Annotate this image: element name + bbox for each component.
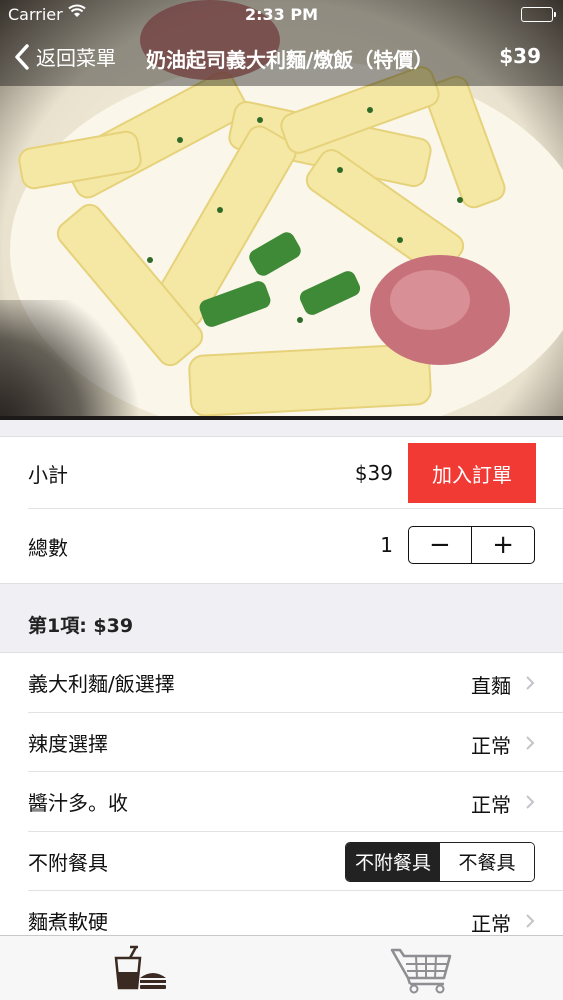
chevron-right-icon [526, 914, 535, 928]
option-row-sauce[interactable]: 醬汁多。收 正常 [0, 772, 563, 832]
utensils-segmented-control: 不附餐具 不餐具 [345, 841, 535, 882]
food-photo: Carrier 2:33 PM 返回菜單 奶油起司義大利麵/燉飯（特價） $39 [0, 0, 563, 420]
option-value: 正常 [471, 733, 511, 758]
status-bar: Carrier 2:33 PM [0, 0, 563, 30]
chevron-left-icon [15, 43, 29, 70]
navigation-bar: 返回菜單 奶油起司義大利麵/燉飯（特價） $39 [0, 30, 563, 86]
item-section-header: 第1項: $39 [0, 583, 563, 653]
option-value: 正常 [471, 793, 511, 817]
option-value: 正常 [471, 912, 511, 936]
add-to-order-button[interactable]: 加入訂單 [408, 443, 536, 503]
segment-no-utensils[interactable]: 不附餐具 [346, 842, 440, 881]
tab-bar [0, 935, 563, 1000]
order-form: 小計 $39 加入訂單 總數 1 − + 第1項: $39 義大利麵/飯選擇 直… [0, 420, 563, 951]
increment-button[interactable]: + [472, 527, 534, 563]
cart-icon [390, 948, 452, 994]
segment-no-cutlery[interactable]: 不餐具 [440, 842, 534, 881]
top-spacer [0, 420, 563, 437]
subtotal-value: $39 [354, 461, 393, 485]
quantity-value: 1 [380, 533, 393, 557]
quantity-row: 總數 1 − + [0, 509, 563, 583]
item-section-title: 第1項: $39 [28, 615, 134, 637]
status-time: 2:33 PM [244, 5, 318, 24]
option-row-spice-level[interactable]: 辣度選擇 正常 [0, 712, 563, 772]
option-value: 直麵 [471, 674, 511, 698]
photo-shadow [0, 300, 160, 420]
chevron-right-icon [526, 735, 535, 750]
subtotal-row: 小計 $39 加入訂單 [0, 437, 563, 509]
tab-cart[interactable] [390, 944, 452, 994]
decrement-button[interactable]: − [409, 527, 471, 563]
drink-burger-icon [114, 945, 166, 990]
chevron-right-icon [526, 676, 535, 690]
page-title: 奶油起司義大利麵/燉飯（特價） [146, 48, 434, 72]
chevron-right-icon [526, 795, 535, 809]
title-price: $39 [499, 44, 541, 68]
battery-icon [521, 7, 556, 22]
quantity-stepper: − + [408, 526, 535, 564]
back-label: 返回菜單 [36, 46, 116, 70]
option-row-pasta-choice[interactable]: 義大利麵/飯選擇 直麵 [0, 653, 563, 713]
option-row-utensils: 不附餐具 不附餐具 不餐具 [0, 831, 563, 891]
back-button[interactable]: 返回菜單 [14, 42, 116, 71]
tab-menu[interactable] [110, 944, 170, 994]
